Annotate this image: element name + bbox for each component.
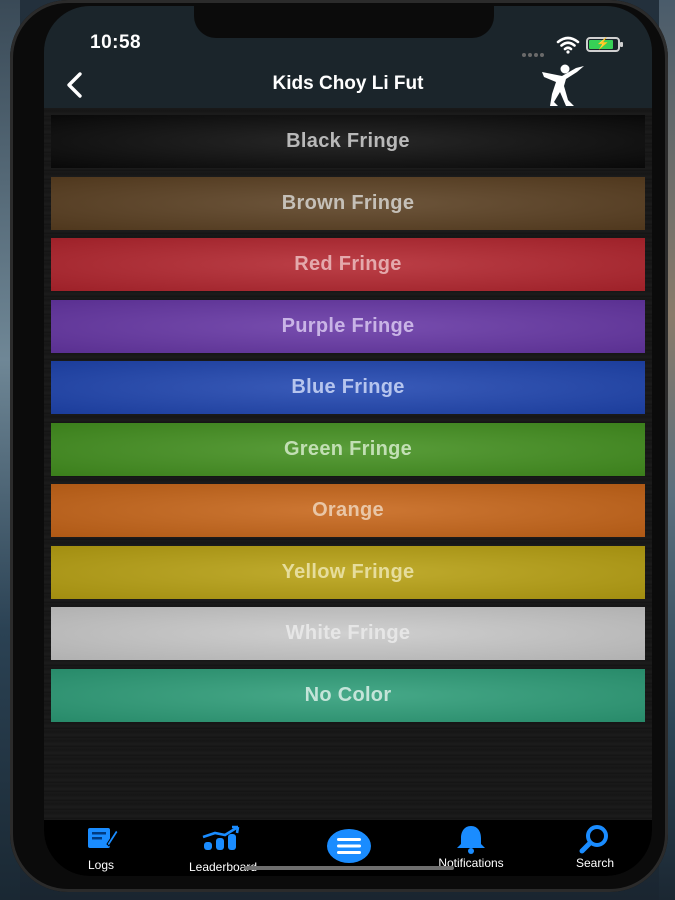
kung-fu-kick-icon <box>542 64 584 106</box>
belt-label: Purple Fringe <box>281 314 415 337</box>
belt-button[interactable]: Black Fringe <box>51 115 645 168</box>
signal-icon <box>522 44 546 62</box>
bell-icon <box>457 826 485 854</box>
tab-logs-label: Logs <box>87 858 115 872</box>
belt-label: Brown Fringe <box>281 191 415 214</box>
belt-button[interactable]: Red Fringe <box>51 238 645 291</box>
belt-label: Red Fringe <box>294 253 402 275</box>
belt-button[interactable]: Orange <box>51 484 645 537</box>
status-bar: 10:58 ⚡ <box>44 6 652 62</box>
belt-label: Orange <box>312 499 384 521</box>
tab-search[interactable]: Search <box>560 820 630 876</box>
belt-label: Black Fringe <box>286 130 410 152</box>
belt-label: Blue Fringe <box>291 376 405 398</box>
chart-trend-icon <box>202 825 240 850</box>
tab-logs[interactable]: Logs <box>64 820 138 876</box>
phone-frame: 10:58 ⚡ Kids Choy Li Fut Black Fringe Br… <box>10 0 668 892</box>
navigation-bar: Kids Choy Li Fut <box>44 62 652 108</box>
belt-button[interactable]: Purple Fringe <box>51 299 645 353</box>
belt-button[interactable]: Yellow Fringe <box>51 545 645 599</box>
belt-label: No Color <box>304 683 392 706</box>
search-icon <box>579 825 608 854</box>
belt-button[interactable]: Green Fringe <box>51 422 645 476</box>
belt-label: Green Fringe <box>283 437 413 460</box>
wifi-icon <box>556 36 580 54</box>
menu-icon <box>327 829 371 863</box>
battery-icon: ⚡ <box>586 37 623 52</box>
app-screen: 10:58 ⚡ Kids Choy Li Fut Black Fringe Br… <box>44 6 652 876</box>
belt-list: Black Fringe Brown Fringe Red Fringe Purple… <box>44 108 652 820</box>
tab-search-label: Search <box>575 856 615 870</box>
belt-button[interactable]: Brown Fringe <box>51 176 645 230</box>
belt-button[interactable]: Blue Fringe <box>51 361 645 414</box>
belt-label: White Fringe <box>285 622 411 644</box>
notch <box>194 6 494 38</box>
home-indicator <box>244 866 454 870</box>
belt-button[interactable]: White Fringe <box>51 607 645 660</box>
logbook-icon <box>88 828 119 848</box>
status-time: 10:58 <box>90 32 142 53</box>
belt-button[interactable]: No Color <box>51 668 645 722</box>
belt-label: Yellow Fringe <box>281 560 415 583</box>
